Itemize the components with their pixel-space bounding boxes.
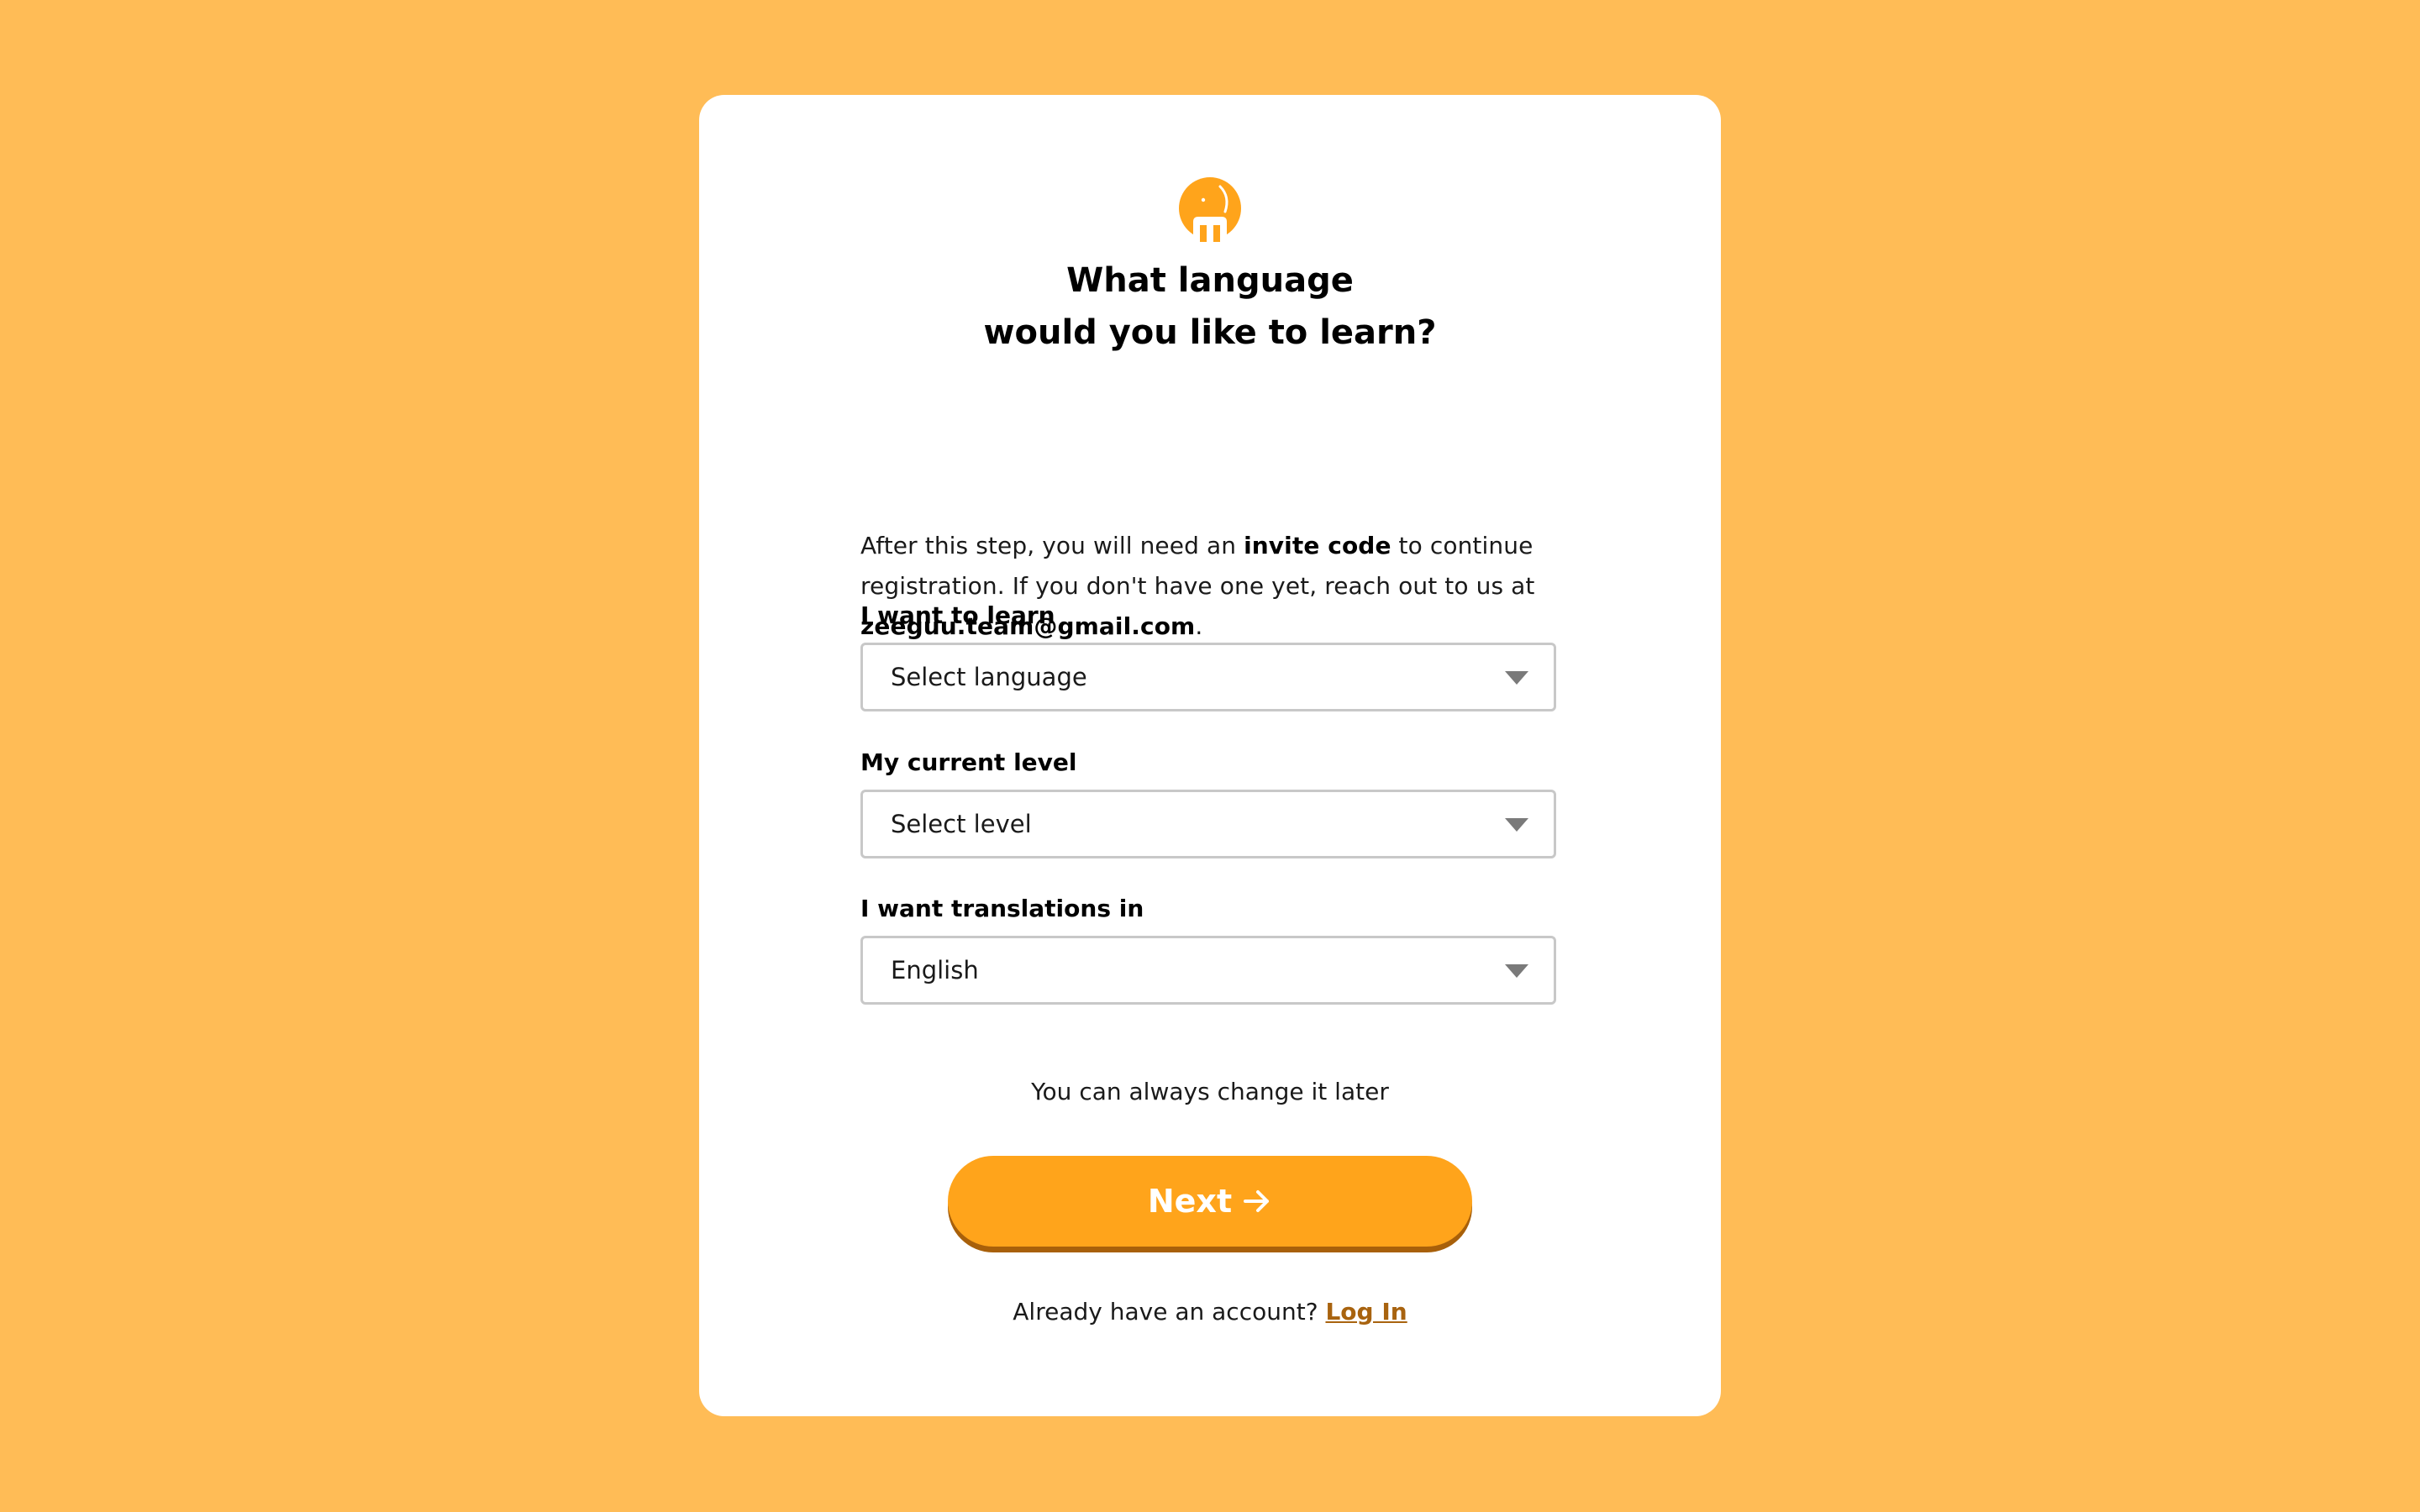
current-level-value: Select level	[891, 810, 1032, 838]
arrow-right-icon	[1244, 1190, 1270, 1212]
invite-code-text: invite code	[1244, 532, 1392, 559]
current-level-label: My current level	[860, 748, 1077, 776]
page-title-line1: What language	[1066, 261, 1354, 300]
caret-down-icon	[1505, 964, 1528, 978]
next-button[interactable]: Next	[948, 1156, 1472, 1247]
login-prompt: Already have an account? Log In	[699, 1298, 1721, 1326]
change-later-hint: You can always change it later	[1031, 1078, 1389, 1105]
translation-language-label: I want translations in	[860, 895, 1144, 922]
caret-down-icon	[1505, 671, 1528, 685]
caret-down-icon	[1505, 818, 1528, 832]
translation-language-value: English	[891, 956, 979, 984]
intro-part3: .	[1195, 612, 1203, 640]
translation-language-select[interactable]: English	[860, 936, 1556, 1005]
next-button-label: Next	[1147, 1183, 1233, 1220]
login-link[interactable]: Log In	[1325, 1298, 1407, 1326]
learn-language-value: Select language	[891, 663, 1087, 691]
learn-language-select[interactable]: Select language	[860, 643, 1556, 711]
page-title: What language would you like to learn?	[699, 255, 1721, 359]
current-level-select[interactable]: Select level	[860, 790, 1556, 858]
registration-card: What language would you like to learn? A…	[699, 95, 1721, 1416]
login-prompt-text: Already have an account?	[1013, 1298, 1326, 1326]
elephant-icon	[1179, 177, 1241, 242]
learn-language-label: I want to learn	[860, 601, 1055, 629]
page-title-line2: would you like to learn?	[983, 313, 1437, 352]
intro-part1: After this step, you will need an	[860, 532, 1244, 559]
